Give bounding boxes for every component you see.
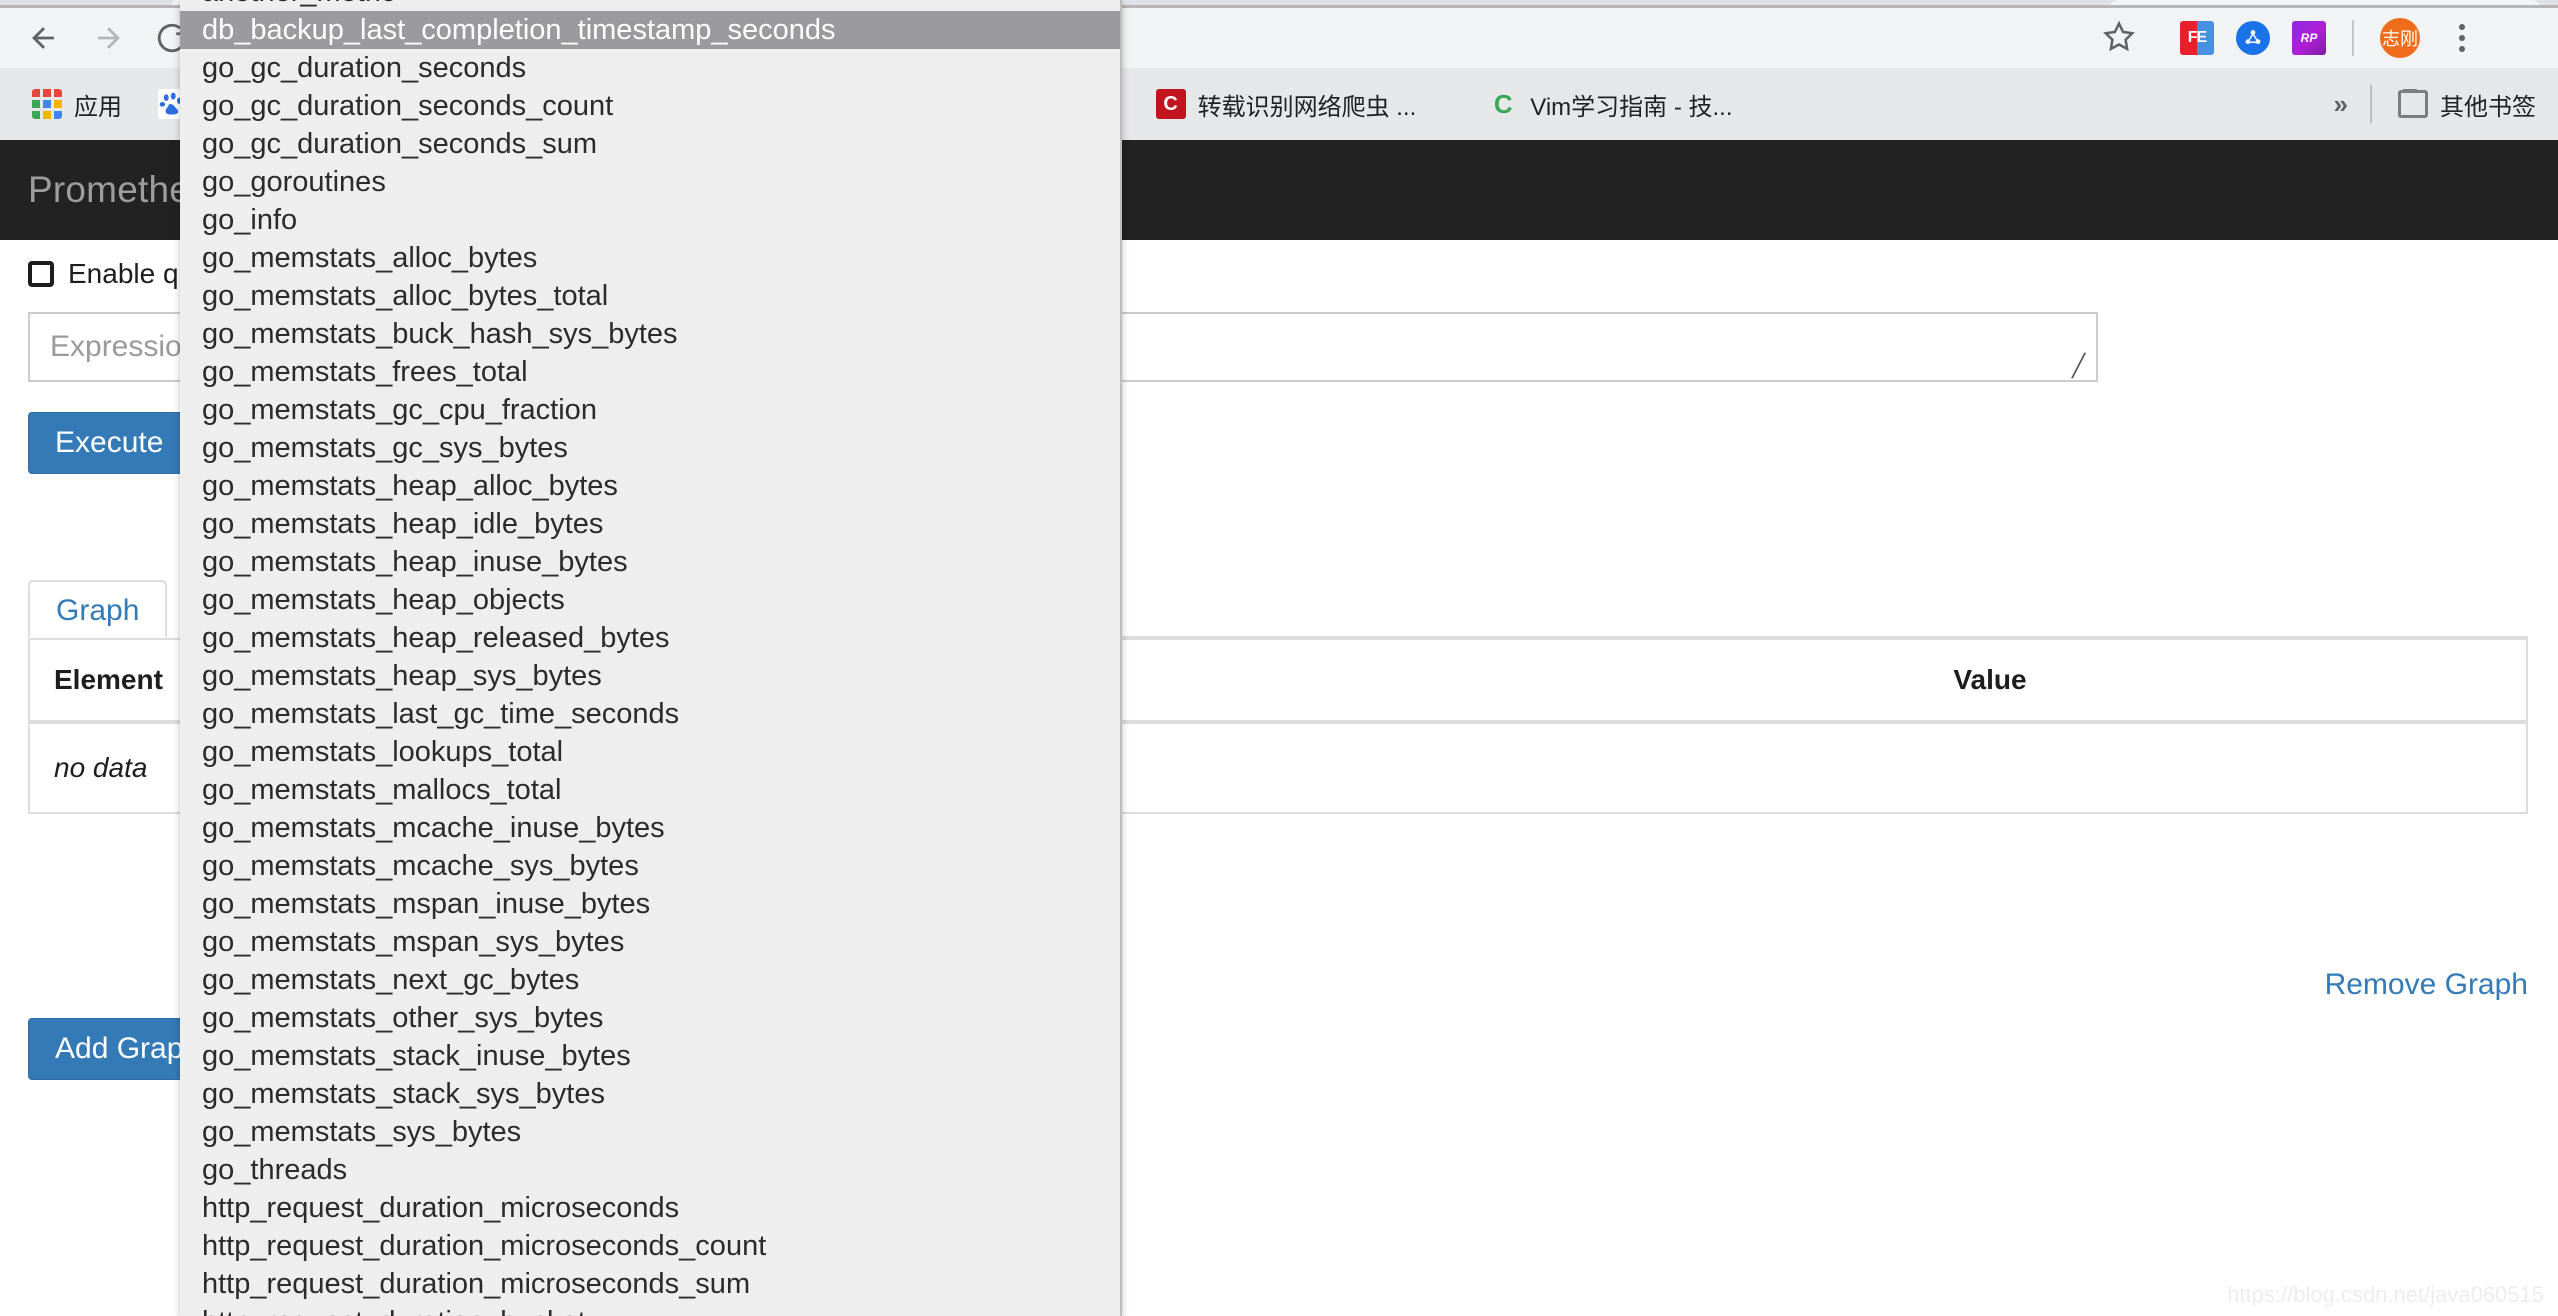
bookmarks-divider [2370,85,2372,123]
autocomplete-item[interactable]: http_request_duration_microseconds_sum [180,1265,1120,1303]
forward-icon[interactable] [76,8,140,68]
autocomplete-item[interactable]: go_memstats_mspan_sys_bytes [180,923,1120,961]
autocomplete-item[interactable]: go_memstats_gc_cpu_fraction [180,391,1120,429]
autocomplete-item[interactable]: go_memstats_alloc_bytes_total [180,277,1120,315]
autocomplete-item[interactable]: go_memstats_sys_bytes [180,1113,1120,1151]
autocomplete-item[interactable]: go_memstats_mcache_sys_bytes [180,847,1120,885]
autocomplete-item[interactable]: go_memstats_lookups_total [180,733,1120,771]
bookmark-apps[interactable]: 应用 [14,80,140,128]
query-history-checkbox[interactable] [28,261,54,287]
autocomplete-item[interactable]: go_memstats_heap_released_bytes [180,619,1120,657]
bookmark-csdn[interactable]: C 转载识别网络爬虫 ... [1138,80,1435,128]
metric-autocomplete-dropdown[interactable]: another_metric db_backup_last_completion… [180,0,1122,1316]
bookmark-label: 转载识别网络爬虫 ... [1197,93,1417,121]
column-header-value: Value [1953,664,2027,695]
autocomplete-item[interactable]: go_memstats_stack_inuse_bytes [180,1037,1120,1075]
chrome-menu-icon[interactable] [2442,15,2482,61]
bookmark-label: Vim学习指南 - 技... [1530,93,1733,121]
autocomplete-item[interactable]: go_goroutines [180,163,1120,201]
autocomplete-item[interactable]: go_threads [180,1151,1120,1189]
autocomplete-item[interactable]: another_metric [180,0,1120,11]
autocomplete-item[interactable]: go_memstats_heap_idle_bytes [180,505,1120,543]
autocomplete-item[interactable]: go_memstats_mspan_inuse_bytes [180,885,1120,923]
bookmark-vim[interactable]: C Vim学习指南 - 技... [1470,80,1750,128]
autocomplete-item[interactable]: go_memstats_buck_hash_sys_bytes [180,315,1120,353]
bookmarks-overflow-icon[interactable]: » [2320,89,2362,120]
extension-icons: FE RP 志刚 [2180,8,2482,68]
autocomplete-item[interactable]: go_memstats_heap_objects [180,581,1120,619]
autocomplete-item[interactable]: go_memstats_alloc_bytes [180,239,1120,277]
other-bookmarks-folder[interactable]: 其他书签 [2380,80,2542,128]
autocomplete-item[interactable]: http_request_duration_microseconds_count [180,1227,1120,1265]
tab-graph[interactable]: Graph [28,580,168,638]
autocomplete-clipped-list: another_metric [180,0,1120,11]
autocomplete-item[interactable]: db_backup_last_completion_timestamp_seco… [180,11,1120,49]
autocomplete-item[interactable]: go_memstats_gc_sys_bytes [180,429,1120,467]
watermark-text: https://blog.csdn.net/java060515 [2227,1282,2544,1307]
autocomplete-list: db_backup_last_completion_timestamp_seco… [180,11,1120,1316]
autocomplete-item[interactable]: go_memstats_heap_sys_bytes [180,657,1120,695]
autocomplete-item[interactable]: go_info [180,201,1120,239]
blue-circle-extension-icon[interactable] [2236,21,2270,55]
autocomplete-item[interactable]: go_memstats_mcache_inuse_bytes [180,809,1120,847]
autocomplete-item[interactable]: http_request_duration_microseconds [180,1189,1120,1227]
autocomplete-item[interactable]: go_memstats_frees_total [180,353,1120,391]
toolbar-divider [2352,20,2354,56]
apps-grid-icon [32,89,62,119]
bookmark-label: 应用 [74,93,122,121]
resize-grip-icon[interactable]: ╱ [2072,355,2092,378]
autocomplete-item[interactable]: go_memstats_heap_inuse_bytes [180,543,1120,581]
back-icon[interactable] [12,8,76,68]
fe-extension-icon[interactable]: FE [2180,21,2214,55]
avatar[interactable]: 志刚 [2380,18,2420,58]
autocomplete-item[interactable]: go_memstats_mallocs_total [180,771,1120,809]
execute-button[interactable]: Execute [28,412,191,474]
autocomplete-item[interactable]: go_gc_duration_seconds [180,49,1120,87]
bookmarks-bar-right: » 其他书签 [2320,68,2542,140]
remove-graph-link[interactable]: Remove Graph [2325,968,2528,1002]
autocomplete-item[interactable]: go_memstats_other_sys_bytes [180,999,1120,1037]
autocomplete-item[interactable]: go_memstats_stack_sys_bytes [180,1075,1120,1113]
autocomplete-clipped-top: another_metric [180,0,1120,11]
bookmark-star-icon[interactable] [2096,14,2142,60]
autocomplete-item[interactable]: go_memstats_heap_alloc_bytes [180,467,1120,505]
autocomplete-item[interactable]: go_gc_duration_seconds_count [180,87,1120,125]
autocomplete-item[interactable]: go_memstats_next_gc_bytes [180,961,1120,999]
autocomplete-item[interactable]: go_gc_duration_seconds_sum [180,125,1120,163]
other-bookmarks-label: 其他书签 [2440,93,2536,121]
folder-icon [2398,89,2428,119]
csdn-icon: C [1155,89,1186,119]
green-c-icon: C [1493,89,1513,119]
axure-rp-extension-icon[interactable]: RP [2292,21,2326,55]
autocomplete-item[interactable]: go_memstats_last_gc_time_seconds [180,695,1120,733]
autocomplete-item[interactable]: http_request_duration_bucket [180,1303,1120,1316]
